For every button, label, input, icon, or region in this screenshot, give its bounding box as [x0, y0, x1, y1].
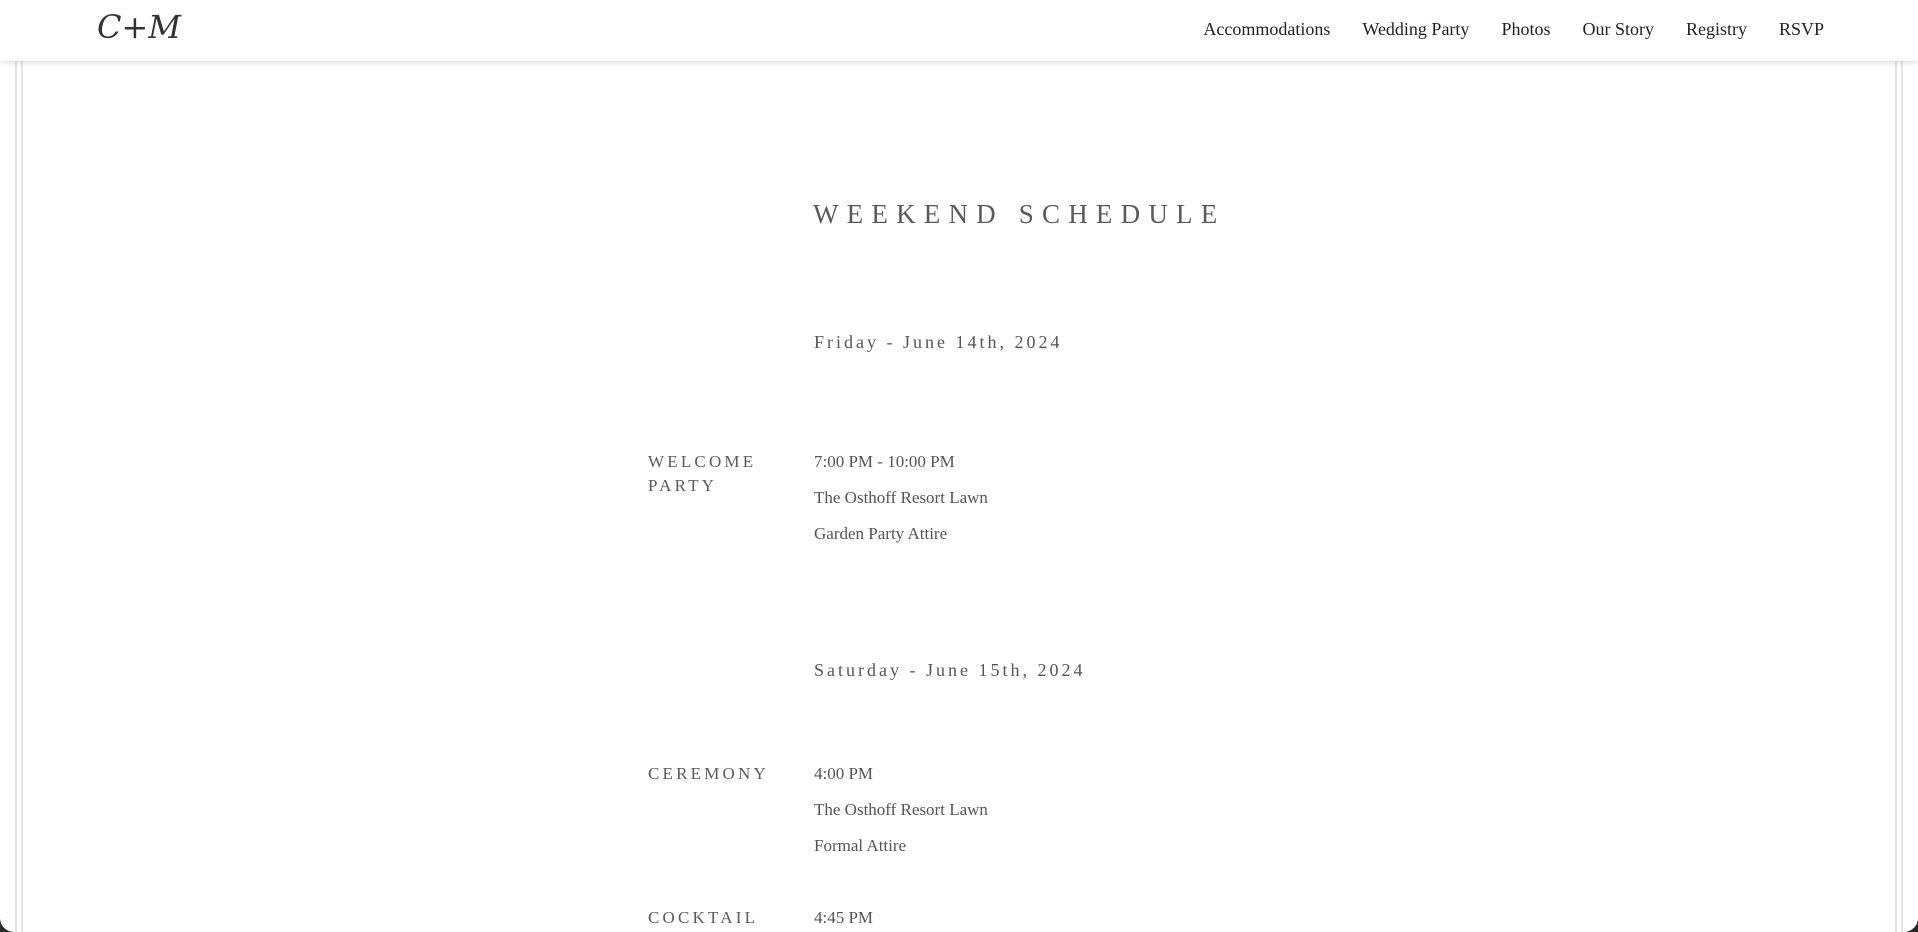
- event-name-cocktail: COCKTAIL: [648, 908, 759, 927]
- event-time: 4:45 PM: [814, 908, 874, 927]
- nav-link-rsvp[interactable]: RSVP: [1779, 19, 1824, 40]
- nav-link-accommodations[interactable]: Accommodations: [1203, 19, 1330, 40]
- nav-link-registry[interactable]: Registry: [1686, 19, 1747, 40]
- event-time: 7:00 PM - 10:00 PM: [814, 452, 955, 471]
- right-border-rule-inner: [1895, 60, 1897, 932]
- day-label-friday: Friday - June 14th, 2024: [814, 332, 1063, 352]
- schedule-title: WEEKEND SCHEDULE: [813, 199, 1226, 229]
- nav-menu: Accommodations Wedding Party Photos Our …: [1203, 19, 1824, 40]
- event-details-welcome-party: 7:00 PM - 10:00 PM The Osthoff Resort La…: [814, 452, 988, 560]
- right-border-rule: [1901, 60, 1903, 932]
- event-attire: Garden Party Attire: [814, 524, 948, 543]
- event-time: 4:00 PM: [814, 764, 874, 783]
- event-location: The Osthoff Resort Lawn: [814, 800, 988, 819]
- monogram-logo[interactable]: C+M: [97, 8, 181, 46]
- event-attire: Formal Attire: [814, 836, 907, 855]
- event-details-cocktail: 4:45 PM: [814, 908, 873, 932]
- left-border-rule-inner: [21, 60, 23, 932]
- nav-link-wedding-party[interactable]: Wedding Party: [1362, 19, 1469, 40]
- navbar: C+M Accommodations Wedding Party Photos …: [0, 0, 1918, 61]
- event-name-ceremony: CEREMONY: [648, 764, 769, 783]
- event-location: The Osthoff Resort Lawn: [814, 488, 988, 507]
- event-details-ceremony: 4:00 PM The Osthoff Resort Lawn Formal A…: [814, 764, 988, 872]
- day-label-saturday: Saturday - June 15th, 2024: [814, 660, 1086, 680]
- page: C+M Accommodations Wedding Party Photos …: [0, 0, 1918, 932]
- left-border-rule: [15, 60, 17, 932]
- nav-link-our-story[interactable]: Our Story: [1582, 19, 1654, 40]
- event-name-welcome-party: WELCOME PARTY: [648, 452, 757, 495]
- nav-link-photos[interactable]: Photos: [1501, 19, 1550, 40]
- browser-frame: C+M Accommodations Wedding Party Photos …: [0, 0, 1918, 932]
